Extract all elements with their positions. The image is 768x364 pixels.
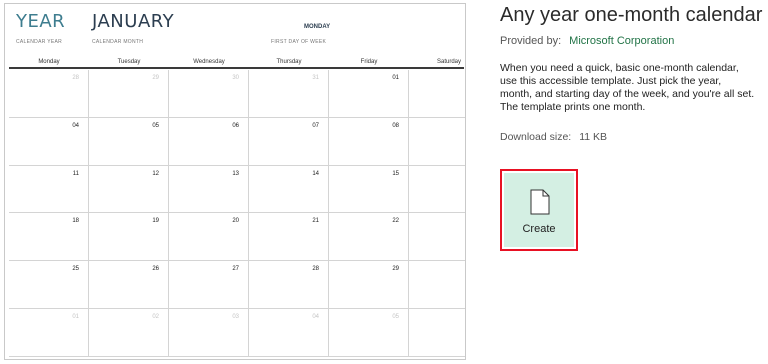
day-number: 07: [312, 122, 319, 129]
calendar-day-cell: 29: [329, 261, 409, 309]
calendar-header: YEAR CALENDAR YEAR JANUARY CALENDAR MONT…: [5, 4, 465, 58]
day-number: 28: [72, 75, 79, 81]
calendar-day-cell: 19: [89, 213, 169, 262]
day-number: 22: [392, 218, 399, 225]
calendar-day-cell: 02: [89, 308, 169, 357]
day-number: 01: [392, 75, 399, 81]
calendar-day-cell: 04: [249, 308, 329, 357]
day-number: 08: [392, 122, 399, 129]
calendar-day-cell: 28: [9, 70, 89, 118]
calendar-year-value: YEAR: [16, 11, 66, 32]
day-number: 12: [152, 170, 159, 177]
day-number: 02: [152, 313, 159, 320]
day-number: 27: [232, 266, 239, 273]
calendar-day-cell: 12: [89, 165, 169, 214]
day-number: 05: [392, 313, 399, 320]
calendar-day-cell: 27: [169, 261, 249, 309]
day-number: 28: [312, 266, 319, 273]
calendar-day-cell: 29: [89, 70, 169, 118]
calendar-day-cell: 14: [249, 165, 329, 214]
day-number: 05: [152, 122, 159, 129]
calendar-grid: 28 29 30 31 01 04 05 06 07 08 11 12 13 14 15 18 19 20 21 22…: [9, 70, 465, 357]
calendar-day-cell: 01: [329, 70, 409, 118]
first-day-label: FIRST DAY OF WEEK: [271, 39, 327, 45]
calendar-month-label: CALENDAR MONTH: [92, 39, 144, 45]
calendar-day-cell: 06: [169, 117, 249, 166]
calendar-day-cell: 04: [9, 117, 89, 166]
download-size-label: Download size:: [500, 131, 572, 143]
weekday-header-row: Monday Tuesday Wednesday Thursday Friday Satu…: [9, 58, 464, 69]
calendar-day-cell: [409, 70, 465, 118]
calendar-year-label: CALENDAR YEAR: [16, 39, 63, 45]
weekday-label: Saturday: [436, 59, 461, 65]
weekday-label: Wednesday: [193, 59, 225, 65]
calendar-day-cell: 28: [249, 261, 329, 309]
weekday-label: Thursday: [276, 59, 302, 65]
calendar-day-cell: 25: [9, 261, 89, 309]
day-number: 11: [72, 170, 79, 177]
calendar-day-cell: [409, 261, 465, 309]
calendar-day-cell: 13: [169, 165, 249, 214]
day-number: 19: [152, 218, 159, 225]
download-size-value: 11 KB: [579, 131, 608, 143]
day-number: 13: [232, 170, 239, 177]
weekday-label: Tuesday: [117, 59, 141, 65]
day-number: 30: [232, 75, 239, 81]
calendar-day-cell: 15: [329, 165, 409, 214]
day-number: 20: [232, 218, 239, 225]
calendar-day-cell: 21: [249, 213, 329, 262]
calendar-month-value: JANUARY: [92, 11, 175, 32]
day-number: 18: [72, 218, 79, 225]
calendar-day-cell: 18: [9, 213, 89, 262]
create-button-body[interactable]: Create: [504, 173, 574, 247]
calendar-day-cell: 05: [329, 308, 409, 357]
calendar-day-cell: 30: [169, 70, 249, 118]
weekday-label: Friday: [360, 59, 378, 65]
day-number: 26: [152, 266, 159, 273]
day-number: 29: [152, 75, 159, 81]
calendar-day-cell: 22: [329, 213, 409, 262]
calendar-day-cell: [409, 166, 465, 214]
calendar-day-cell: 01: [9, 308, 89, 357]
calendar-day-cell: 11: [9, 165, 89, 214]
day-number: 06: [232, 122, 239, 129]
calendar-day-cell: 31: [249, 70, 329, 118]
day-number: 01: [72, 313, 79, 320]
calendar-day-cell: [409, 213, 465, 262]
template-preview: YEAR CALENDAR YEAR JANUARY CALENDAR MONT…: [4, 3, 466, 360]
day-number: 15: [392, 170, 399, 177]
day-number: 21: [312, 218, 319, 225]
template-description: When you need a quick, basic one-month c…: [500, 62, 755, 113]
day-number: 04: [72, 122, 79, 129]
document-icon: [530, 189, 550, 215]
day-number: 29: [392, 266, 399, 273]
create-button[interactable]: Create: [500, 169, 578, 251]
provided-by-label: Provided by:: [500, 35, 562, 47]
calendar-day-cell: [409, 118, 465, 166]
calendar-day-cell: 03: [169, 308, 249, 357]
calendar-day-cell: 20: [169, 213, 249, 262]
calendar-day-cell: [409, 309, 465, 357]
day-number: 03: [232, 313, 239, 320]
calendar-day-cell: 05: [89, 117, 169, 166]
template-title: Any year one-month calendar: [500, 4, 763, 26]
download-size-line: Download size: 11 KB: [500, 131, 607, 143]
provider-line: Provided by: Microsoft Corporation: [500, 35, 674, 47]
day-number: 04: [312, 313, 319, 320]
day-number: 31: [312, 75, 319, 81]
day-number: 25: [72, 266, 79, 273]
calendar-day-cell: 07: [249, 117, 329, 166]
weekday-label: Monday: [38, 59, 60, 65]
first-day-value: MONDAY: [304, 24, 331, 30]
calendar-day-cell: 08: [329, 117, 409, 166]
calendar-day-cell: 26: [89, 261, 169, 309]
provider-name: Microsoft Corporation: [569, 35, 675, 47]
create-button-label: Create: [522, 223, 556, 235]
day-number: 14: [312, 170, 319, 177]
